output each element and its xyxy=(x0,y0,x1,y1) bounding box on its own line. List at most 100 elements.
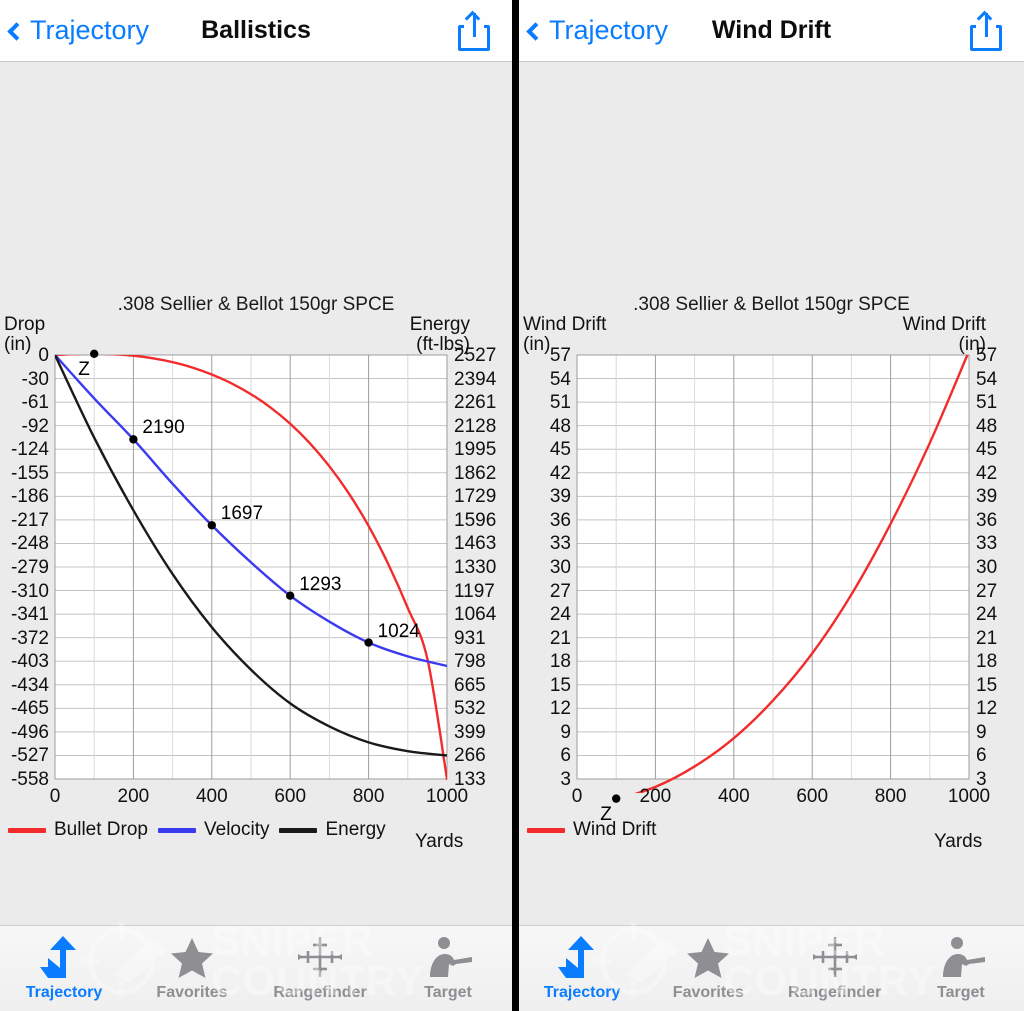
y-axis-tick-right: 18 xyxy=(976,651,998,673)
back-button-label: Trajectory xyxy=(30,15,150,45)
y-axis-tick-left: 12 xyxy=(549,698,571,720)
x-axis-label: Yards xyxy=(415,831,464,852)
crosshair-icon xyxy=(812,937,857,977)
y-axis-tick-right: 27 xyxy=(976,580,998,602)
x-axis-tick: 200 xyxy=(117,786,150,807)
x-axis-tick: 600 xyxy=(274,786,307,807)
y-axis-tick-right: 39 xyxy=(976,486,998,508)
legend-swatch xyxy=(8,827,46,833)
y-axis-tick-left: -61 xyxy=(21,392,49,414)
star-icon xyxy=(171,938,213,978)
tab-label: Favorites xyxy=(156,984,228,1001)
chevron-left-icon xyxy=(7,21,26,41)
y-axis-tick-right: 30 xyxy=(976,557,998,578)
x-axis-tick: 400 xyxy=(717,786,750,807)
y-axis-tick-left: 36 xyxy=(549,509,571,531)
pane-ballistics: Trajectory Ballistics .308 Sellier & Bel… xyxy=(0,0,512,1011)
tab-target[interactable]: Target xyxy=(384,934,512,1011)
crosshair-icon xyxy=(298,937,342,977)
y-axis-tick-right: 2394 xyxy=(454,368,497,390)
axis-title: Wind Drift (in) xyxy=(903,315,986,355)
y-axis-tick-left: -496 xyxy=(10,721,49,743)
y-axis-tick-right: 2527 xyxy=(454,345,497,366)
back-button-wind-drift[interactable]: Trajectory xyxy=(519,15,668,46)
x-axis-tick: 600 xyxy=(796,786,829,807)
y-axis-tick-right: 2128 xyxy=(454,415,497,437)
axis-title-text: Energy xyxy=(409,314,470,335)
chart-legend: Wind Drift xyxy=(527,819,656,841)
share-icon[interactable] xyxy=(458,10,490,51)
tab-label: Target xyxy=(424,984,472,1001)
legend-label: Wind Drift xyxy=(573,819,657,840)
tab-favorites[interactable]: Favorites xyxy=(128,934,256,1011)
y-axis-tick-right: 1463 xyxy=(454,533,497,555)
y-axis-tick-left: 9 xyxy=(560,721,571,743)
shooter-icon xyxy=(942,937,985,977)
y-axis-tick-left: -124 xyxy=(10,439,49,461)
back-button-label: Trajectory xyxy=(549,15,669,45)
y-axis-tick-right: 12 xyxy=(976,698,998,720)
y-axis-tick-left: -465 xyxy=(10,698,49,720)
tab-label: Target xyxy=(937,984,985,1001)
y-axis-tick-right: 21 xyxy=(976,627,998,649)
y-axis-tick-right: 1064 xyxy=(454,604,497,626)
y-axis-tick-left: -341 xyxy=(10,604,49,626)
tab-rangefinder[interactable]: Rangefinder xyxy=(772,934,898,1011)
y-axis-tick-left: -248 xyxy=(10,533,49,555)
back-button-ballistics[interactable]: Trajectory xyxy=(0,15,149,46)
data-point-label: 2190 xyxy=(142,417,185,439)
y-axis-tick-right: 6 xyxy=(976,745,987,767)
chart-legend: Bullet Drop Velocity Energy xyxy=(8,819,386,841)
tab-trajectory[interactable]: Trajectory xyxy=(0,934,128,1011)
tab-label: Favorites xyxy=(672,984,744,1001)
y-axis-tick-left: -527 xyxy=(10,745,49,767)
y-axis-tick-right: 33 xyxy=(976,533,998,555)
y-axis-tick-left: -92 xyxy=(21,415,49,437)
data-point-label: 1697 xyxy=(220,503,264,525)
chevron-left-icon xyxy=(526,21,545,41)
tab-label: Rangefinder xyxy=(787,984,882,1001)
legend-item-energy: Energy xyxy=(279,819,386,841)
share-icon[interactable] xyxy=(970,10,1002,51)
y-axis-tick-left: 51 xyxy=(549,392,571,414)
y-axis-tick-left: -186 xyxy=(10,486,49,508)
y-axis-tick-left: -217 xyxy=(10,509,49,531)
legend-swatch xyxy=(158,827,196,833)
x-axis-tick: 800 xyxy=(874,786,907,807)
y-axis-tick-right: 1862 xyxy=(454,462,497,484)
legend-swatch xyxy=(527,827,565,833)
navigation-bar-wind-drift: Trajectory Wind Drift xyxy=(519,0,1024,62)
shooter-icon xyxy=(430,937,472,977)
x-axis-tick: 1000 xyxy=(425,786,469,807)
y-axis-tick-right: 57 xyxy=(976,345,998,366)
y-axis-tick-left: 15 xyxy=(549,674,571,696)
axis-title-text: Wind Drift xyxy=(902,314,986,335)
legend-item-wind-drift: Wind Drift xyxy=(527,819,656,841)
y-axis-tick-left: 30 xyxy=(549,557,571,578)
x-axis-tick: 0 xyxy=(49,786,61,807)
y-axis-tick-right: 9 xyxy=(976,721,987,743)
tab-favorites[interactable]: Favorites xyxy=(645,934,771,1011)
legend-label: Energy xyxy=(325,819,386,840)
y-axis-tick-left: 0 xyxy=(38,345,49,366)
tab-label: Rangefinder xyxy=(273,984,367,1001)
y-axis-tick-right: 1729 xyxy=(454,486,497,508)
y-axis-tick-left: 27 xyxy=(549,580,571,602)
x-axis-label: Yards xyxy=(934,831,983,852)
tab-trajectory[interactable]: Trajectory xyxy=(519,934,645,1011)
y-axis-tick-right: 42 xyxy=(976,462,998,484)
y-axis-tick-right: 36 xyxy=(976,509,998,531)
y-axis-tick-left: 48 xyxy=(549,415,571,437)
axis-unit-text: (in) xyxy=(958,333,986,355)
tab-rangefinder[interactable]: Rangefinder xyxy=(256,934,384,1011)
y-axis-tick-left: 21 xyxy=(549,627,571,649)
x-axis-tick: 200 xyxy=(639,786,672,807)
x-axis-tick: 1000 xyxy=(947,786,991,807)
tab-target[interactable]: Target xyxy=(898,934,1024,1011)
chart-wind-drift: .308 Sellier & Bellot 150gr SPCE Z Wind D… xyxy=(519,62,1024,925)
y-axis-tick-left: 18 xyxy=(549,651,571,673)
axis-title-text: Drop xyxy=(4,314,46,335)
legend-label: Velocity xyxy=(204,819,270,840)
y-axis-tick-left: 24 xyxy=(549,604,571,626)
trajectory-arrow-icon xyxy=(558,936,595,978)
